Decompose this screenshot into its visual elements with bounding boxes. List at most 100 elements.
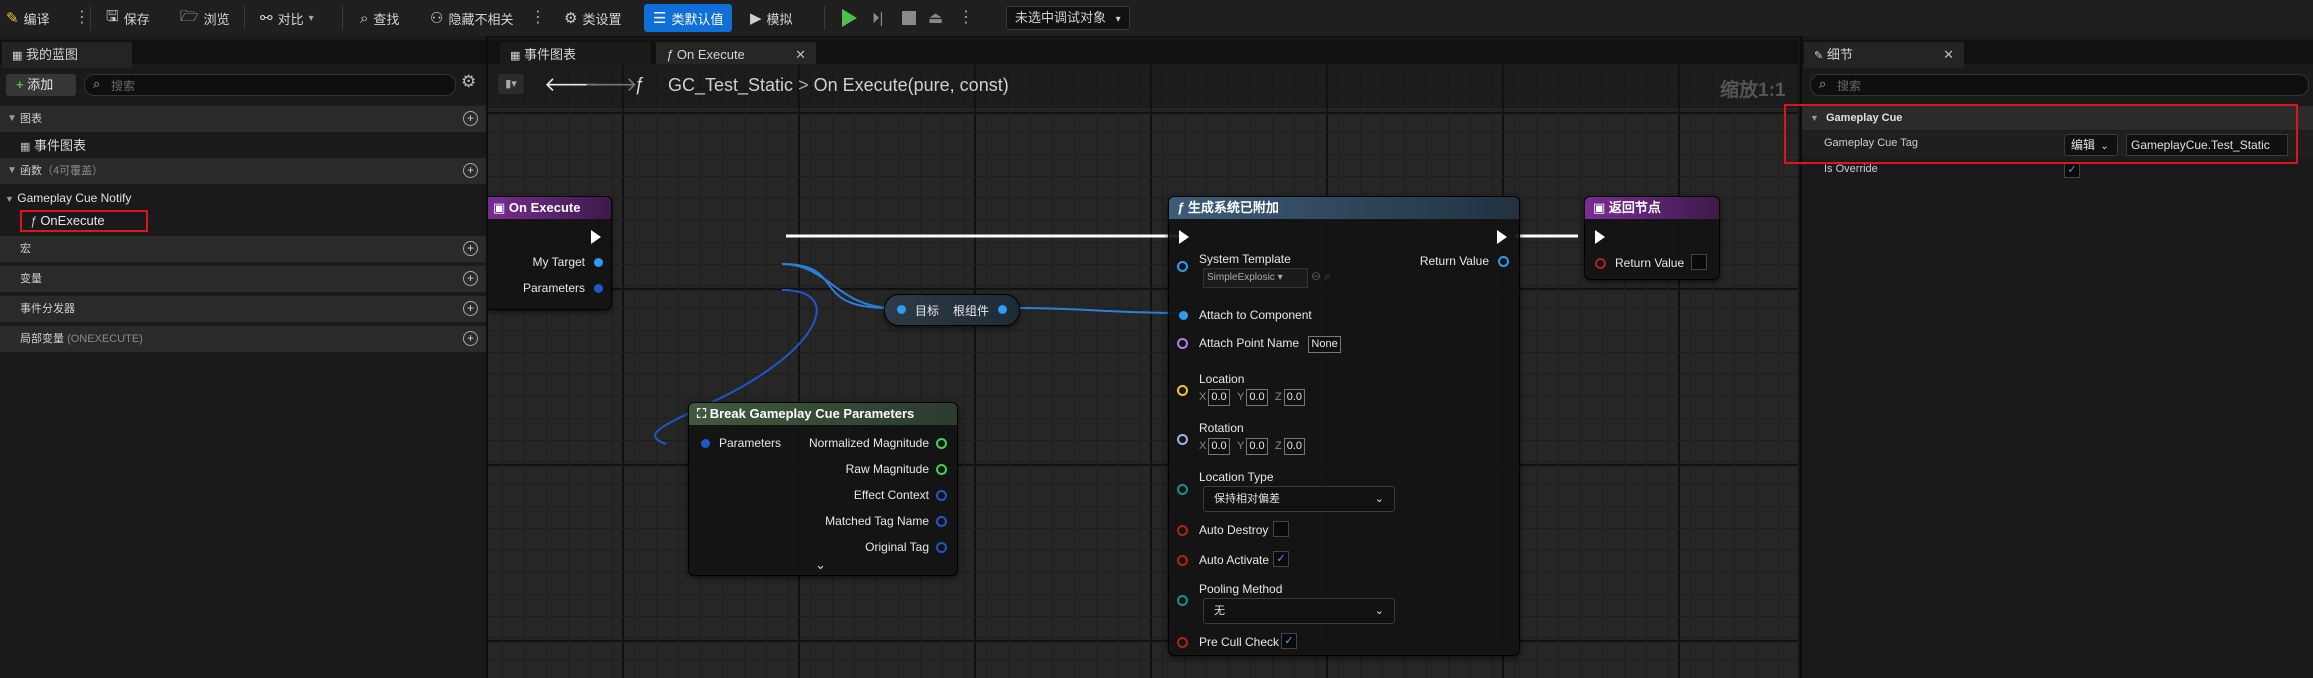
return-value-checkbox[interactable] [1691,254,1707,270]
pre-cull-check-checkbox[interactable]: ✓ [1281,633,1297,649]
pooling-method-pin[interactable] [1177,595,1188,606]
play-icon[interactable] [842,9,857,27]
tab-my-blueprint[interactable]: ▦ 我的蓝图 [2,42,132,68]
rotation-pin[interactable] [1177,434,1188,445]
save-button[interactable]: 🖫 保存 [106,4,150,32]
attach-point-name-input[interactable]: None [1308,336,1341,353]
add-macro-icon[interactable]: + [463,241,478,256]
add-dispatcher-icon[interactable]: + [463,301,478,316]
eject-icon[interactable]: ⏏ [928,8,943,28]
pooling-method-select[interactable]: 无 ⌄ [1203,598,1395,624]
parameters-in-pin[interactable] [701,439,710,448]
location-vector-inputs: X 0.0 Y 0.0 Z 0.0 [1195,389,1305,406]
system-template-picker[interactable]: SimpleExplosic ▾ [1203,268,1308,288]
attach-to-component-pin[interactable] [1179,311,1188,320]
rotation-x-input[interactable]: 0.0 [1208,438,1230,455]
location-x-input[interactable]: 0.0 [1208,389,1230,406]
more-options-icon[interactable]: ⋮ [530,6,546,30]
raw-magnitude-pin[interactable] [936,464,947,475]
auto-destroy-pin[interactable] [1177,525,1188,536]
settings-gear-icon[interactable]: ⚙ [461,72,476,92]
attach-point-name-pin[interactable] [1177,338,1188,349]
category-variables[interactable]: 变量 + [0,266,486,292]
rotation-z-input[interactable]: 0.0 [1283,438,1305,455]
close-icon[interactable]: ✕ [1943,42,1954,68]
location-type-pin[interactable] [1177,484,1188,495]
compile-button[interactable]: ✎ 编译 [6,4,50,32]
auto-activate-checkbox[interactable]: ✓ [1273,551,1289,567]
parameters-pin[interactable] [594,284,603,293]
chevron-down-icon: ▾ [1277,272,1283,283]
category-macros[interactable]: 宏 + [0,236,486,262]
return-value-in-pin[interactable] [1595,258,1606,269]
rotation-vector-inputs: X 0.0 Y 0.0 Z 0.0 [1195,438,1305,455]
toolbar-divider [244,6,245,30]
exec-out-pin[interactable] [591,230,601,244]
hide-unrelated-icon: ⚇ [430,10,444,27]
step-icon[interactable]: ⏵︎| [872,10,883,27]
add-function-icon[interactable]: + [463,163,478,178]
location-y-input[interactable]: 0.0 [1246,389,1268,406]
blueprint-search-input[interactable]: ⌕ 搜索 [84,74,456,96]
location-type-select[interactable]: 保持相对偏差 ⌄ [1203,486,1395,512]
rotation-y-input[interactable]: 0.0 [1246,438,1268,455]
node-break-gameplay-cue-parameters[interactable]: ⛶ Break Gameplay Cue Parameters Paramete… [688,402,958,576]
is-override-checkbox[interactable]: ✓ [2064,162,2080,178]
hide-unrelated-button[interactable]: ⚇ 隐藏不相关 [430,4,513,32]
chevron-down-icon: ⌄ [1374,493,1384,505]
pre-cull-check-pin[interactable] [1177,637,1188,648]
system-template-pin[interactable] [1177,261,1188,272]
node-return[interactable]: ▣ 返回节点 Return Value [1584,196,1720,280]
add-local-variable-icon[interactable]: + [463,331,478,346]
chevron-down-icon: ▾ [1115,14,1121,25]
add-graph-icon[interactable]: + [463,111,478,126]
exec-out-pin[interactable] [1497,230,1507,244]
node-get-root-component[interactable]: 目标 根组件 [884,294,1020,326]
category-event-dispatchers[interactable]: 事件分发器 + [0,296,486,322]
compile-icon: ✎ [6,10,19,27]
auto-activate-pin[interactable] [1177,555,1188,566]
details-search-input[interactable]: ⌕ 搜索 [1810,74,2309,96]
class-settings-button[interactable]: ⚙ 类设置 [564,4,621,32]
collapse-arrow-icon: ▼ [7,113,17,124]
normalized-magnitude-pin[interactable] [936,438,947,449]
play-options-icon[interactable]: ⋮ [958,6,974,30]
location-pin[interactable] [1177,385,1188,396]
event-graph-item[interactable]: ▦ 事件图表 [20,135,86,154]
tab-details[interactable]: ✎ 细节 ✕ [1804,42,1964,68]
class-defaults-button[interactable]: ☰ 类默认值 [644,4,733,32]
location-z-input[interactable]: 0.0 [1283,389,1305,406]
diff-icon: ⚯ [260,10,273,27]
stop-icon[interactable] [902,11,916,25]
compile-options-icon[interactable]: ⋮ [74,6,90,30]
collapse-arrow-icon: ▼ [5,194,14,204]
function-icon: ƒ [666,47,674,62]
find-button[interactable]: ⌕ 查找 [360,4,399,32]
diff-button[interactable]: ⚯ 对比 ▾ [260,4,314,32]
expand-chevron-icon[interactable]: ⌄ [815,557,826,573]
root-component-out-pin[interactable] [998,305,1007,314]
gameplay-cue-notify-group[interactable]: ▼ Gameplay Cue Notify [0,191,131,205]
node-spawn-system-attached[interactable]: ƒ 生成系统已附加 System Template SimpleExplosic… [1168,196,1520,656]
node-on-execute[interactable]: ▣ On Execute My Target Parameters [488,196,612,310]
debug-target-dropdown[interactable]: 未选中调试对象 ▾ [1006,6,1130,30]
return-value-out-pin[interactable] [1498,256,1509,267]
category-graphs[interactable]: ▼ 图表 + [0,106,486,132]
exec-in-pin[interactable] [1179,230,1189,244]
add-variable-icon[interactable]: + [463,271,478,286]
browse-button[interactable]: 🗁 浏览 [180,4,230,32]
original-tag-pin[interactable] [936,542,947,553]
add-button[interactable]: + 添加 [6,74,76,96]
category-local-variables[interactable]: 局部变量 (ONEXECUTE) + [0,326,486,352]
auto-destroy-checkbox[interactable] [1273,521,1289,537]
matched-tag-name-pin[interactable] [936,516,947,527]
category-functions[interactable]: ▼ 函数（4可覆盖） + [0,158,486,184]
my-target-pin[interactable] [594,258,603,267]
function-icon: ▣ [493,200,506,215]
graph-canvas[interactable]: ▮▾ 🡐 🡒 ƒ GC_Test_Static > On Execute(pur… [488,64,1798,678]
target-in-pin[interactable] [897,305,906,314]
exec-in-pin[interactable] [1595,230,1605,244]
effect-context-pin[interactable] [936,490,947,501]
simulate-button[interactable]: ▶ 模拟 [750,4,793,32]
browse-asset-icon[interactable]: ⊖ ⌕ [1311,269,1331,284]
